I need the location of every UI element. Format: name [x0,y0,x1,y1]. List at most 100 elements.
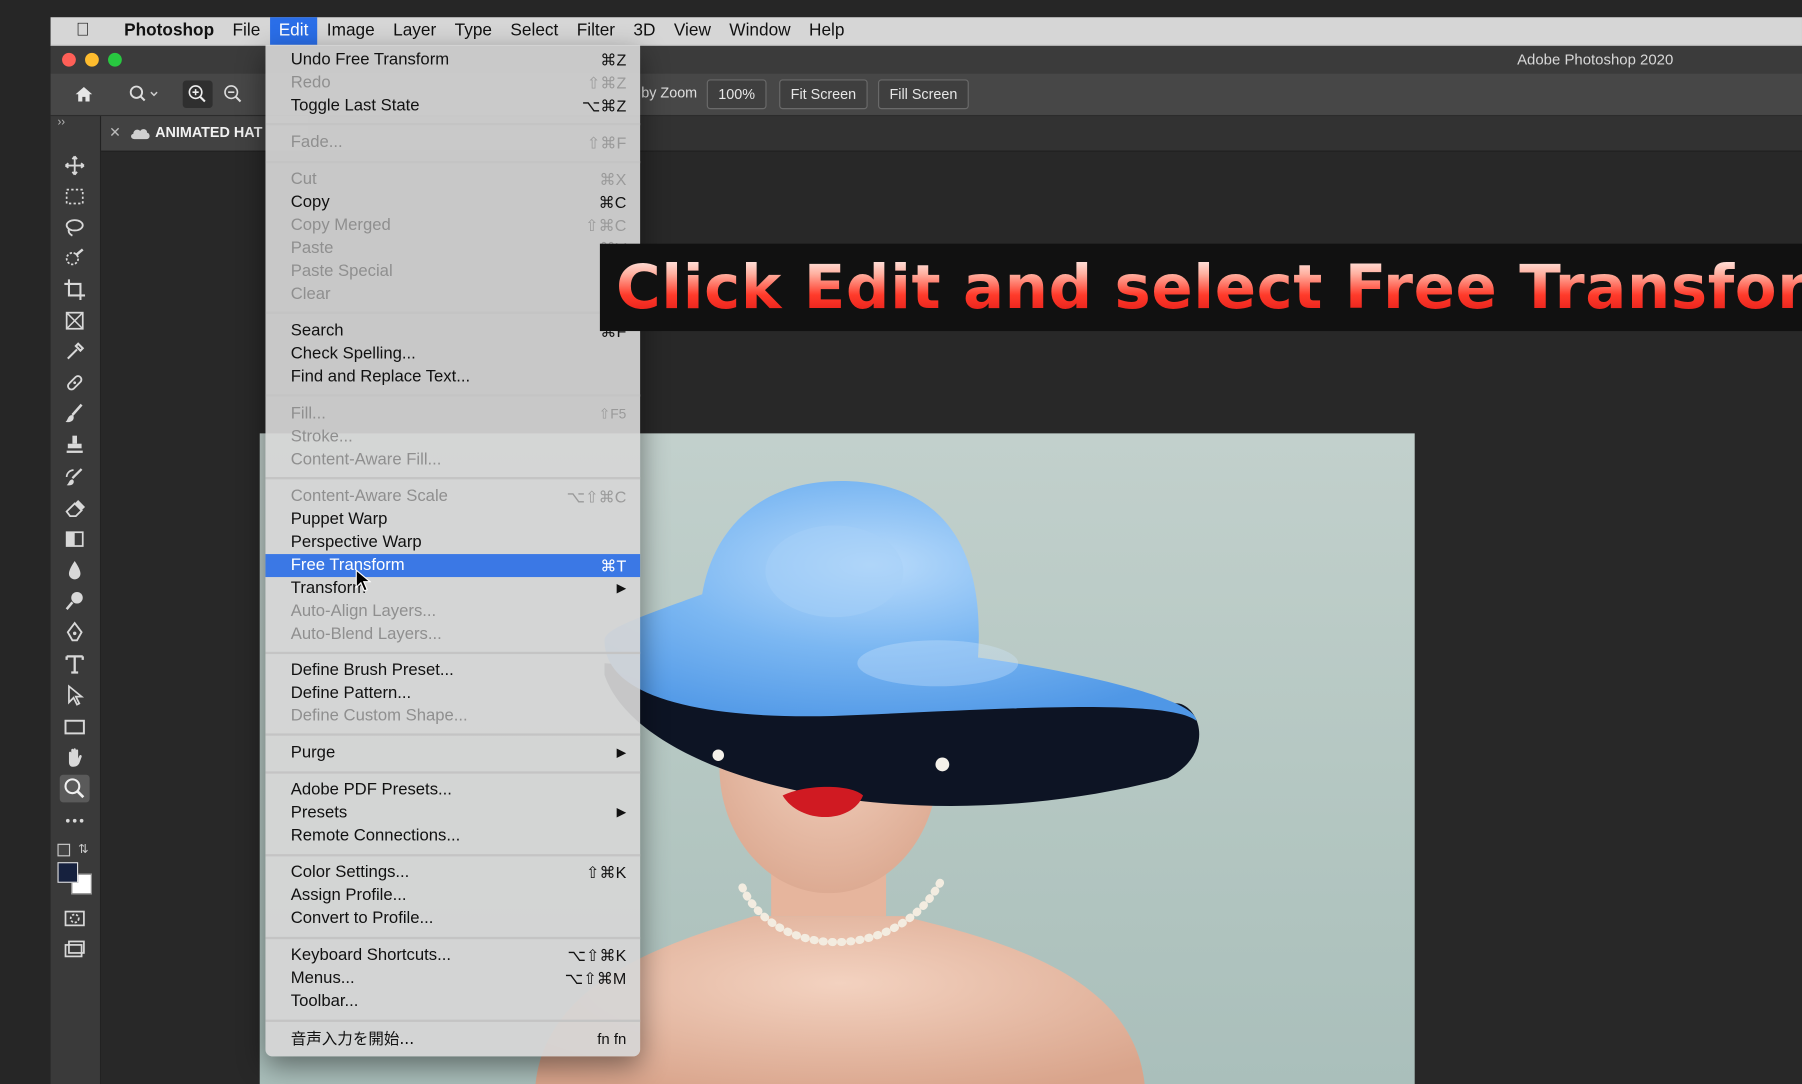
menu-item-search[interactable]: Search⌘F [265,320,640,343]
menu-item-label: Redo [290,73,331,92]
menu-item-stroke: Stroke... [265,425,640,448]
swap-colors-icon[interactable]: ⇅ [78,841,89,857]
dodge-tool-icon[interactable] [60,587,90,615]
menu-item-shortcut: ⌥⌘Z [581,96,627,115]
menu-edit[interactable]: Edit [269,17,318,45]
close-tab-icon[interactable]: ✕ [109,124,121,140]
menu-select[interactable]: Select [501,17,567,45]
menu-layer[interactable]: Layer [384,17,446,45]
menu-file[interactable]: File [223,17,269,45]
menu-separator [265,160,641,164]
menu-item-find-replace[interactable]: Find and Replace Text... [265,366,640,389]
blur-tool-icon[interactable] [60,556,90,584]
zoom-out-icon[interactable] [222,83,245,106]
default-colors-icon[interactable] [57,843,71,857]
menu-item-adobe-pdf-presets[interactable]: Adobe PDF Presets... [265,778,640,801]
macos-menubar:  Photoshop File Edit Image Layer Type S… [50,17,1802,46]
menu-item-label: Content-Aware Scale [290,487,448,506]
home-icon[interactable] [72,83,95,106]
gradient-tool-icon[interactable] [60,525,90,553]
menu-type[interactable]: Type [445,17,501,45]
menu-3d[interactable]: 3D [624,17,664,45]
zoom-tool-preset-icon[interactable] [123,83,164,106]
menu-item-define-brush-preset[interactable]: Define Brush Preset... [265,659,640,682]
submenu-arrow-icon: ▶ [616,805,627,820]
menu-item-redo: Redo ⇧⌘Z [265,71,640,94]
eyedropper-icon[interactable] [60,338,90,366]
menu-photoshop[interactable]: Photoshop [115,17,223,45]
lasso-tool-icon[interactable] [60,214,90,242]
menu-item-convert-to-profile[interactable]: Convert to Profile... [265,907,640,930]
menu-item-free-transform[interactable]: Free Transform ⌘T [265,554,641,578]
menu-item-remote-connections[interactable]: Remote Connections... [265,824,640,847]
menu-item-transform[interactable]: Transform ▶ [265,577,640,600]
cloud-document-icon [131,129,150,140]
menu-item-perspective-warp[interactable]: Perspective Warp [265,531,640,554]
menu-item-copy[interactable]: Copy ⌘C [265,191,640,214]
collapse-panel-icon[interactable]: ›› [57,116,65,129]
menu-item-shortcut: ⌘C [598,193,627,212]
zoom-100-button[interactable]: 100% [706,79,767,110]
document-name: ANIMATED HAT [155,124,263,141]
zoom-in-icon[interactable] [182,80,213,109]
menu-separator [265,854,641,857]
zoom-window-button[interactable] [108,52,122,67]
menu-separator [265,1019,641,1022]
path-selection-icon[interactable] [60,682,90,710]
menu-image[interactable]: Image [318,17,384,45]
more-tools-icon[interactable] [60,807,90,835]
move-tool-icon[interactable] [60,152,90,180]
menu-item-toolbar[interactable]: Toolbar... [265,990,640,1013]
brush-tool-icon[interactable] [60,400,90,428]
menu-item-define-pattern[interactable]: Define Pattern... [265,682,640,705]
menu-item-label: Stroke... [290,427,353,447]
menu-item-label: Assign Profile... [290,886,407,905]
menu-item-puppet-warp[interactable]: Puppet Warp [265,508,640,531]
eraser-icon[interactable] [60,494,90,522]
healing-brush-icon[interactable] [60,369,90,397]
foreground-color-swatch[interactable] [57,862,79,883]
fit-screen-button[interactable]: Fit Screen [779,79,868,110]
fill-screen-button[interactable]: Fill Screen [878,79,969,110]
menu-item-label: Remote Connections... [290,826,461,845]
menu-item-undo-free-transform[interactable]: Undo Free Transform ⌘Z [265,48,640,71]
color-swatches-icon[interactable]: ⇅ [55,841,94,898]
apple-icon[interactable]:  [51,21,115,42]
marquee-tool-icon[interactable] [60,183,90,211]
menu-filter[interactable]: Filter [568,17,625,45]
menu-help[interactable]: Help [800,17,854,45]
hand-tool-icon[interactable] [60,744,90,772]
type-tool-icon[interactable] [60,651,90,679]
menu-item-shortcut: ⌥⇧⌘K [567,946,627,965]
menu-separator [265,477,641,480]
menu-item-assign-profile[interactable]: Assign Profile... [265,884,640,907]
menu-item-start-dictation[interactable]: 音声入力を開始... fn fn [265,1028,640,1051]
tutorial-caption-banner: Click Edit and select Free Transform [599,243,1802,332]
close-window-button[interactable] [62,52,76,67]
frame-tool-icon[interactable] [60,307,90,335]
pen-tool-icon[interactable] [60,618,90,646]
quick-selection-icon[interactable] [60,245,90,273]
menu-item-auto-align-layers: Auto-Align Layers... [265,600,640,623]
menu-item-purge[interactable]: Purge ▶ [265,741,640,764]
minimize-window-button[interactable] [85,52,99,67]
history-brush-icon[interactable] [60,463,90,491]
menu-window[interactable]: Window [720,17,800,45]
rectangle-tool-icon[interactable] [60,713,90,741]
zoom-tool-icon[interactable] [59,774,90,803]
crop-tool-icon[interactable] [60,276,90,304]
menu-item-presets[interactable]: Presets ▶ [265,801,640,824]
menu-item-label: Search [290,321,344,341]
menu-item-check-spelling[interactable]: Check Spelling... [265,343,640,366]
menu-item-color-settings[interactable]: Color Settings... ⇧⌘K [265,861,640,884]
menu-item-menus[interactable]: Menus... ⌥⇧⌘M [265,967,640,990]
menu-item-shortcut: ⌘Z [600,50,627,69]
menu-item-label: Define Custom Shape... [290,706,468,726]
menu-item-keyboard-shortcuts[interactable]: Keyboard Shortcuts... ⌥⇧⌘K [265,944,640,967]
menu-item-toggle-last-state[interactable]: Toggle Last State ⌥⌘Z [265,94,640,117]
menu-view[interactable]: View [665,17,720,45]
menu-item-label: Adobe PDF Presets... [290,780,452,799]
screen-mode-icon[interactable] [60,936,90,964]
quick-mask-icon[interactable] [60,905,90,933]
clone-stamp-icon[interactable] [60,431,90,459]
